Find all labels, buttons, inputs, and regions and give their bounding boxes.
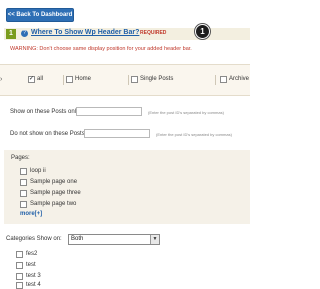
option-label-home: Home [75,76,92,82]
chevron-down-icon[interactable]: ▼ [150,235,159,244]
show-on-posts-hint: (Enter the post ID's separated by commas… [148,110,224,115]
page-label: Sample page one [30,179,78,185]
do-not-show-posts-input[interactable] [84,129,150,138]
page-checkbox[interactable] [20,168,27,175]
show-on-posts-input[interactable] [76,107,142,116]
checkbox-single-posts[interactable] [131,76,138,83]
page-label: loop ii [30,168,46,174]
checkbox-all[interactable]: ✓ [28,76,35,83]
category-label: fes2 [26,251,38,257]
do-not-show-posts-hint: (Enter the post ID's separated by commas… [156,132,232,137]
required-label: REQUIRED [140,30,167,36]
more-pages-link[interactable]: more[+] [20,211,42,217]
page-label: Sample page three [30,190,81,196]
step-badge: 1 [195,24,210,39]
back-to-dashboard-button[interactable]: << Back To Dashboard [6,8,74,22]
category-label: test [26,262,36,268]
checkbox-home[interactable] [66,76,73,83]
divider [128,75,129,85]
page-label: Sample page two [30,201,77,207]
category-checkbox[interactable] [16,273,23,280]
category-checkbox[interactable] [16,251,23,258]
category-label: test 3 [26,273,41,279]
pages-title: Pages: [11,155,30,161]
divider [63,75,64,85]
do-not-show-posts-label: Do not show on these Posts: [10,131,87,137]
arrow-icon: › [0,76,3,83]
question-icon[interactable]: ? [21,30,28,37]
option-label-all: all [37,76,44,82]
divider [215,75,216,85]
option-label-archive: Archive [229,76,250,82]
page-checkbox[interactable] [20,201,27,208]
category-checkbox[interactable] [16,262,23,269]
warning-message: WARNING: Don't choose same display posit… [10,46,192,52]
page-checkbox[interactable] [20,190,27,197]
step-number: 1 [6,29,16,39]
checkbox-archive[interactable] [220,76,227,83]
show-on-posts-label: Show on these Posts only: [10,109,81,115]
page-checkbox[interactable] [20,179,27,186]
category-label: test 4 [26,282,41,288]
categories-label: Categories Show on: [6,236,62,242]
step-title[interactable]: Where To Show Wp Header Bar? [31,29,139,36]
categories-select-value: Both [71,236,84,242]
option-label-single-posts: Single Posts [140,76,174,82]
